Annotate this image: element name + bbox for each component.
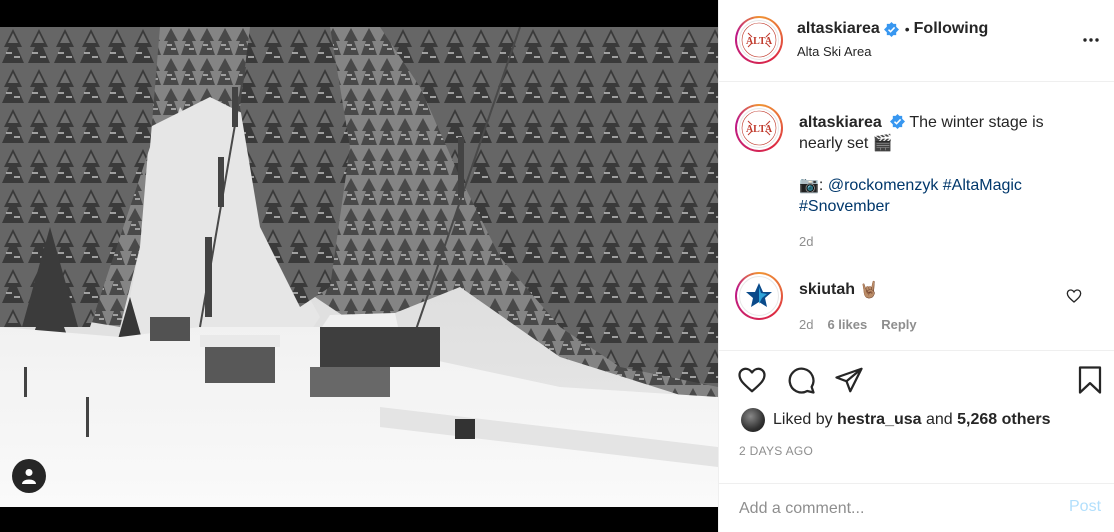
mention-link[interactable]: @rockomenzyk [828, 177, 939, 194]
bookmark-icon[interactable] [1075, 365, 1105, 395]
comment-emoji: 🤘🏽 [859, 282, 879, 299]
alta-logo-icon: ALTA [741, 110, 777, 146]
more-options-button[interactable] [1079, 28, 1103, 52]
post-side-panel: ALTA altaskiarea • Following Alta Ski Ar… [718, 0, 1114, 532]
add-comment-row: Post [719, 483, 1114, 532]
liked-by-prefix: Liked by [773, 411, 833, 428]
post-photo[interactable] [0, 27, 718, 507]
liked-by-user[interactable]: hestra_usa [837, 411, 922, 429]
location-link[interactable]: Alta Ski Area [797, 44, 871, 59]
verified-icon [883, 21, 899, 37]
reply-button[interactable]: Reply [881, 317, 916, 332]
more-options-icon [1083, 38, 1099, 42]
skiutah-logo-icon [741, 278, 777, 314]
user-tag-icon [22, 469, 36, 484]
caption-timestamp[interactable]: 2d [799, 234, 813, 249]
separator-dot: • [904, 21, 910, 37]
header-username[interactable]: altaskiarea [797, 20, 880, 38]
following-button[interactable]: Following [914, 20, 989, 38]
profile-avatar[interactable]: ALTA [735, 16, 783, 64]
comment-icon[interactable] [786, 365, 816, 395]
post-time-ago[interactable]: 2 DAYS AGO [739, 444, 813, 458]
caption-colon: : [818, 177, 824, 194]
liked-by-conj: and [926, 411, 953, 428]
caption-username[interactable]: altaskiarea [799, 114, 882, 131]
comment-time[interactable]: 2d [799, 317, 813, 332]
comment-text: skiutah 🤘🏽 [799, 280, 879, 300]
comment-likes[interactable]: 6 likes [827, 317, 867, 332]
header-user-row: altaskiarea • Following [797, 20, 988, 38]
comment-input[interactable] [739, 496, 1039, 522]
caption-text: altaskiarea The winter stage is nearly s… [799, 112, 1089, 217]
hashtag-link[interactable]: #AltaMagic [943, 177, 1022, 194]
likes-count[interactable]: 5,268 others [957, 411, 1050, 429]
caption-avatar[interactable]: ALTA [735, 104, 783, 152]
ski-lift-photo [0, 27, 718, 507]
post-button[interactable]: Post [1069, 498, 1101, 516]
commenter-avatar[interactable] [735, 272, 783, 320]
comment-meta: 2d 6 likes Reply [799, 317, 931, 332]
comment-item: skiutah 🤘🏽 2d 6 likes Reply [719, 268, 1114, 350]
camera-emoji: 📷 [799, 177, 819, 194]
comment-like-heart-icon[interactable] [1066, 288, 1082, 304]
photo-pane [0, 0, 718, 532]
share-icon[interactable] [834, 365, 864, 395]
post-header: ALTA altaskiarea • Following Alta Ski Ar… [719, 0, 1114, 82]
liked-by-avatar[interactable] [741, 408, 765, 432]
verified-icon [890, 114, 906, 129]
liked-by: Liked by hestra_usa and 5,268 others [741, 408, 1051, 432]
user-tag-button[interactable] [12, 459, 46, 493]
heart-icon[interactable] [737, 365, 767, 395]
action-bar: Liked by hestra_usa and 5,268 others 2 D… [719, 350, 1114, 532]
commenter-username[interactable]: skiutah [799, 281, 855, 299]
alta-logo-icon: ALTA [741, 22, 777, 58]
hashtag-link[interactable]: #Snovember [799, 198, 890, 215]
